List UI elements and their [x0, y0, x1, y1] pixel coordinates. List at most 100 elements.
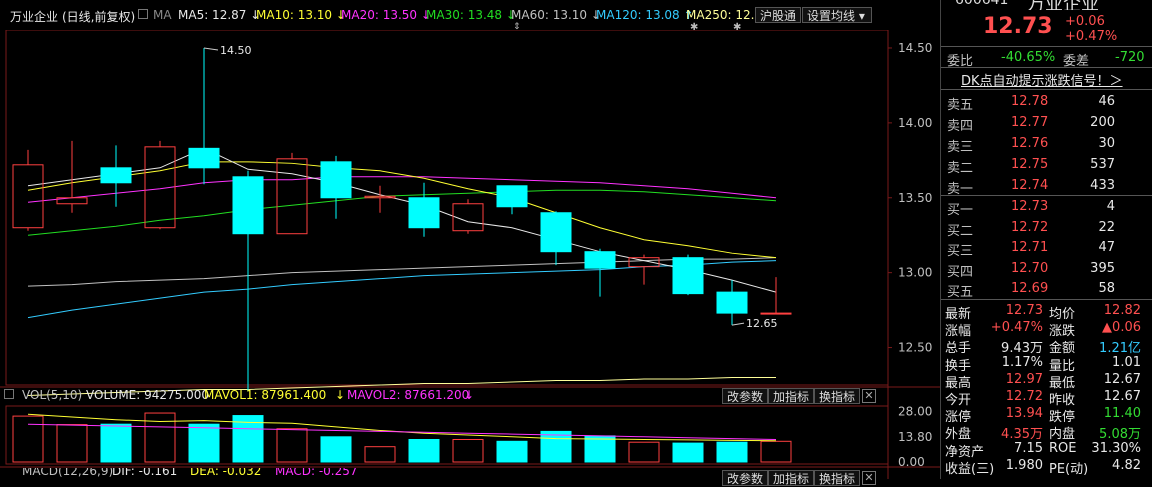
- stat-value: 1.01: [1112, 354, 1141, 370]
- vol-mavol1: MAVOL1: 87961.400: [204, 388, 327, 402]
- macd-value: MACD: -0.257: [275, 468, 358, 478]
- volume-bar: [364, 446, 396, 463]
- volume-bar: [12, 415, 44, 463]
- orderbook-price: 12.76: [1011, 136, 1049, 151]
- set-ma-button[interactable]: 设置均线 ▾: [802, 7, 872, 23]
- ma250-label: MA250: 12.3: [686, 8, 763, 22]
- ma-flag: MA: [153, 8, 172, 22]
- low-pointer: [731, 322, 745, 326]
- stat-value: 11.40: [1103, 406, 1141, 422]
- stat-label: PE(动): [1049, 461, 1089, 477]
- low-annotation: 12.65: [746, 317, 778, 330]
- volume-bar: [320, 436, 352, 463]
- vol-switch-indicator-button[interactable]: 换指标: [814, 388, 861, 404]
- stat-value: ▲0.06: [1102, 320, 1141, 336]
- orderbook-volume: 47: [1098, 240, 1115, 255]
- orderbook-price: 12.78: [1011, 94, 1049, 109]
- volume-bar: [540, 430, 572, 463]
- ma-checkbox[interactable]: [138, 9, 148, 19]
- orderbook-price: 12.74: [1011, 178, 1049, 193]
- stat-value: 1.980: [1005, 457, 1043, 473]
- stat-value: 12.82: [1103, 303, 1141, 318]
- macd-switch-indicator-button[interactable]: 换指标: [814, 470, 861, 486]
- orderbook-row[interactable]: 买三 12.71 47: [941, 238, 1152, 259]
- ma60-label: MA60: 13.10 ↓: [511, 8, 601, 22]
- volume-bar: [100, 423, 132, 463]
- orderbook-volume: 433: [1090, 178, 1115, 193]
- price-change-pct: +0.47%: [1065, 29, 1118, 44]
- stat-value: 12.67: [1103, 371, 1141, 387]
- high-annotation: 14.50: [220, 44, 252, 57]
- stat-row: 收益(三) 1.980 PE(动) 4.82: [941, 456, 1152, 477]
- quote-sidebar: 600641 万业企业 12.73 +0.06 +0.47% 委比 -40.65…: [940, 0, 1152, 479]
- volume-bar: [496, 440, 528, 463]
- stat-value: 12.72: [1005, 389, 1043, 404]
- candle-body: [276, 158, 308, 235]
- orderbook-price: 12.77: [1011, 115, 1049, 130]
- orderbook-volume: 46: [1098, 94, 1115, 109]
- candle-body: [408, 197, 440, 229]
- ma30-line: [27, 189, 777, 236]
- orderbook-price: 12.75: [1011, 157, 1049, 172]
- orderbook-volume: 4: [1106, 199, 1115, 214]
- price-change: +0.06: [1065, 14, 1105, 29]
- macd-dea: DEA: -0.032: [190, 468, 262, 478]
- vol-add-indicator-button[interactable]: 加指标: [768, 388, 815, 404]
- volume-bar: [276, 428, 308, 463]
- macd-dif: DIF: -0.161: [112, 468, 178, 478]
- ma10-label: MA10: 13.10 ↓: [256, 8, 346, 22]
- orderbook-row[interactable]: 卖二 12.75 537: [941, 155, 1152, 176]
- candle-body: [584, 251, 616, 269]
- stat-value: 12.97: [1005, 371, 1043, 387]
- candle-body: [100, 167, 132, 184]
- vol-mavol1-arrow: ↓: [335, 388, 346, 402]
- orderbook-price: 12.70: [1011, 260, 1049, 276]
- orderbook-row[interactable]: 卖五 12.78 46: [941, 92, 1152, 113]
- orderbook-volume: 22: [1098, 219, 1115, 235]
- volume-bar: [452, 439, 484, 463]
- orderbook-price: 12.71: [1011, 240, 1049, 255]
- orderbook-label: 买一: [947, 203, 974, 218]
- vol-checkbox[interactable]: [4, 389, 14, 399]
- vol-change-params-button[interactable]: 改参数: [722, 388, 769, 404]
- orderbook-row[interactable]: 卖三 12.76 30: [941, 134, 1152, 155]
- stat-value: 1.17%: [1001, 354, 1043, 370]
- price-tick-label: 13.00: [898, 266, 932, 280]
- orderbook-label: 卖一: [947, 182, 974, 197]
- vol-title: VOL(5,10): [22, 388, 83, 402]
- ma5-label: MA5: 12.87 ↓: [178, 8, 261, 22]
- ma120-label: MA120: 13.08 ↑: [596, 8, 694, 22]
- stat-value: 7.15: [1014, 440, 1043, 456]
- ma5-line: [27, 147, 777, 293]
- orderbook-price: 12.69: [1011, 281, 1049, 296]
- orderbook-row[interactable]: 卖一 12.74 433: [941, 176, 1152, 197]
- volume-bar: [56, 424, 88, 463]
- macd-change-params-button[interactable]: 改参数: [722, 470, 769, 486]
- vol-close-icon[interactable]: ✕: [862, 389, 876, 403]
- price-tick-label: 14.50: [898, 41, 932, 55]
- dk-signal-link[interactable]: DK点自动提示涨跌信号！＞: [961, 70, 1123, 89]
- macd-add-indicator-button[interactable]: 加指标: [768, 470, 815, 486]
- volume-bar: [628, 441, 660, 463]
- orderbook-row[interactable]: 卖四 12.77 200: [941, 113, 1152, 134]
- candle-body: [12, 164, 44, 229]
- price-tick-label: 14.00: [898, 116, 932, 130]
- kline-chart-area[interactable]: 万业企业 (日线,前复权) MA MA5: 12.87 ↓ MA10: 13.1…: [0, 0, 940, 486]
- orderbook-row[interactable]: 买四 12.70 395: [941, 259, 1152, 280]
- volume-bar: [716, 441, 748, 463]
- macd-close-icon[interactable]: ✕: [862, 471, 876, 485]
- candle-body: [452, 203, 484, 232]
- orderbook-row[interactable]: 买二 12.72 22: [941, 218, 1152, 239]
- orderbook-row[interactable]: 买五 12.69 58: [941, 279, 1152, 300]
- candle-body: [716, 291, 748, 314]
- orderbook-label: 卖四: [947, 119, 974, 134]
- macd-title: MACD(12,26,9): [22, 468, 114, 478]
- orderbook-label: 买四: [947, 264, 974, 280]
- hutong-button[interactable]: 沪股通: [755, 7, 802, 23]
- orderbook-label: 买三: [947, 244, 974, 259]
- stock-name: 万业企业: [10, 10, 59, 24]
- orderbook-volume: 200: [1090, 115, 1115, 130]
- sidebar-title: 600641 万业企业: [941, 0, 1152, 10]
- orderbook-row[interactable]: 买一 12.73 4: [941, 197, 1152, 218]
- candle-body: [672, 257, 704, 295]
